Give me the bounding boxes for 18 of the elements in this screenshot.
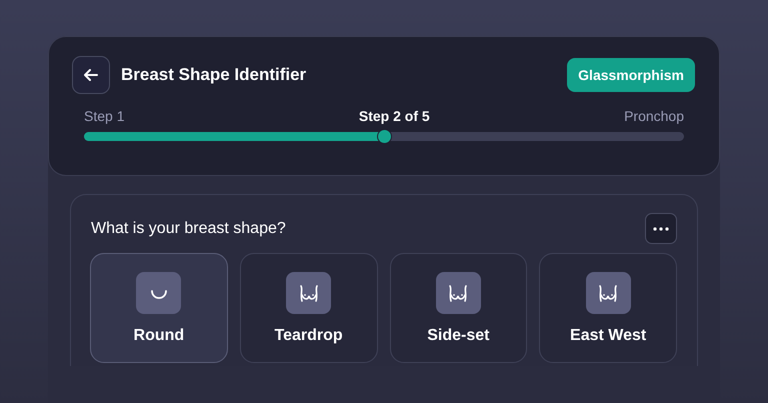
step-label: Pronchop [624, 108, 684, 124]
shape-option[interactable]: Round [90, 253, 228, 363]
shape-option[interactable]: East West [539, 253, 677, 363]
torso-icon [286, 272, 332, 314]
torso-icon [436, 272, 481, 314]
curve-icon [136, 272, 182, 314]
step-counter: Step 2 of 5 [358, 108, 430, 124]
question-title: What is your breast shape? [91, 220, 286, 238]
step-label: Step 1 [84, 108, 124, 124]
more-button[interactable] [645, 213, 677, 244]
style-badge: Glassmorphism [567, 58, 695, 92]
shape-option[interactable]: Teardrop [240, 253, 378, 363]
back-button[interactable] [72, 56, 110, 94]
progress-thumb[interactable] [377, 129, 392, 144]
shape-option[interactable]: Side-set [390, 253, 528, 363]
page-title: Breast Shape Identifier [121, 65, 306, 85]
torso-icon [586, 272, 631, 314]
more-icon [653, 226, 669, 230]
